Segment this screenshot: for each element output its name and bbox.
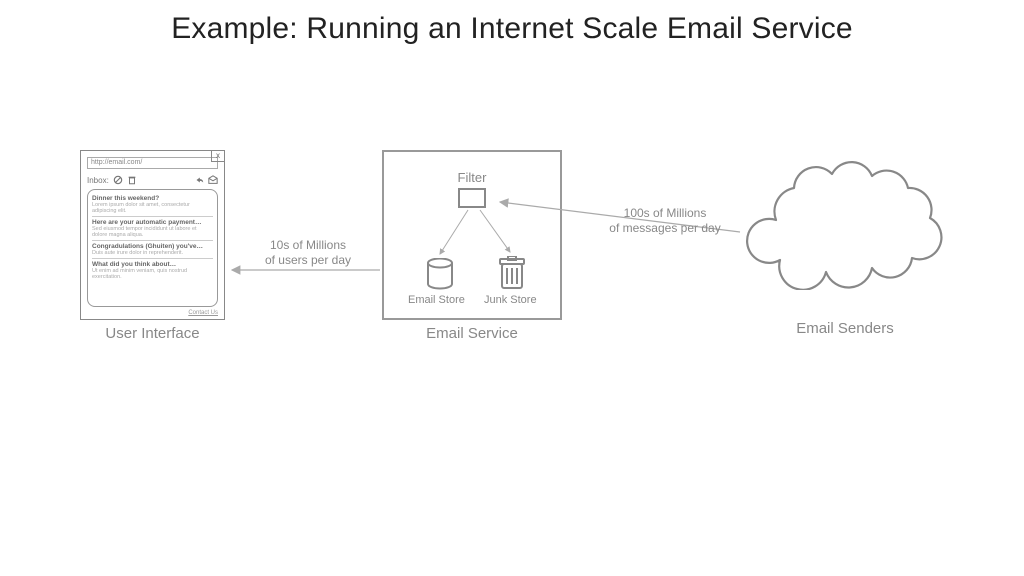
message-subject: Here are your automatic payment… [92, 219, 213, 226]
email-senders-caption: Email Senders [740, 320, 950, 337]
slide-title: Example: Running an Internet Scale Email… [0, 12, 1024, 46]
message-subject: What did you think about… [92, 261, 213, 268]
message-subject: Dinner this weekend? [92, 195, 213, 202]
users-arrow-label: 10s of Millionsof users per day [248, 238, 368, 268]
message-list: Dinner this weekend? Lorem ipsum dolor s… [87, 189, 218, 307]
inbox-toolbar: Inbox: [87, 173, 218, 187]
email-client-window: x http://email.com/ Inbox: Dinner this w… [80, 150, 225, 320]
contact-link[interactable]: Contact Us [188, 310, 218, 316]
message-item[interactable]: What did you think about… Ut enim ad min… [92, 259, 213, 282]
message-item[interactable]: Here are your automatic payment… Sed eiu… [92, 217, 213, 241]
reply-icon[interactable] [194, 175, 204, 185]
message-preview: Sed eiusmod tempor incididunt ut labore … [92, 226, 213, 238]
message-item[interactable]: Congradulations (Ghuiten) you've… Duis a… [92, 241, 213, 259]
trash-icon[interactable] [127, 175, 137, 185]
user-interface-caption: User Interface [80, 325, 225, 342]
cloud-icon [740, 150, 950, 290]
address-bar[interactable]: http://email.com/ [87, 157, 218, 169]
service-internal-arrows [384, 152, 564, 322]
window-close-button[interactable]: x [211, 150, 225, 162]
message-item[interactable]: Dinner this weekend? Lorem ipsum dolor s… [92, 193, 213, 217]
message-preview: Duis aute irure dolor in reprehenderit. [92, 250, 213, 256]
block-icon[interactable] [113, 175, 123, 185]
message-preview: Lorem ipsum dolor sit amet, consectetur … [92, 202, 213, 214]
message-subject: Congradulations (Ghuiten) you've… [92, 243, 213, 250]
inbox-label: Inbox: [87, 176, 109, 185]
email-service-box: Filter Email Store Junk Store [382, 150, 562, 320]
email-service-caption: Email Service [382, 325, 562, 342]
message-preview: Ut enim ad minim veniam, quis nostrud ex… [92, 268, 213, 280]
messages-arrow-label: 100s of Millionsof messages per day [600, 206, 730, 236]
compose-icon[interactable] [208, 175, 218, 185]
